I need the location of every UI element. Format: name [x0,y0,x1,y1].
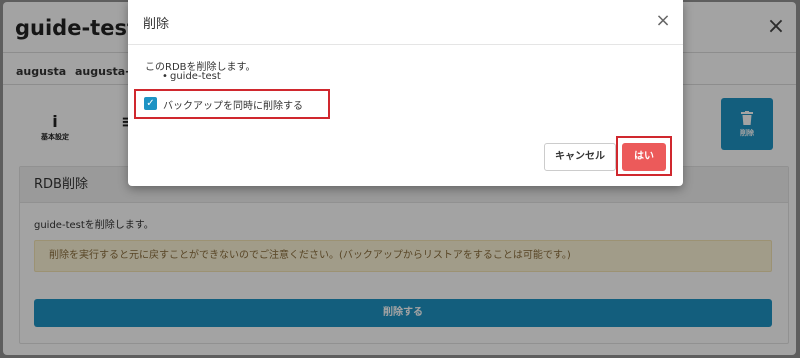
breadcrumb-region[interactable]: augusta-r [75,65,135,78]
dialog-list-item: • guide-test [162,71,221,82]
dialog-item-text: guide-test [170,71,221,82]
delete-card: RDB削除 guide-testを削除します。 削除を実行すると元に戻すことがで… [19,166,789,344]
warning-alert: 削除を実行すると元に戻すことができないのでご注意ください。(バックアップからリス… [34,240,772,272]
delete-tile-label: 削除 [740,129,754,137]
cancel-button[interactable]: キャンセル [544,143,616,171]
delete-tile[interactable]: 削除 [721,98,773,150]
trash-icon [721,110,773,125]
confirm-button[interactable]: はい [622,143,666,171]
delete-button[interactable]: 削除する [34,299,772,327]
dialog-title: 削除 [143,17,170,32]
dialog-close-icon[interactable]: × [655,12,671,30]
delete-dialog: 削除 × このRDBを削除します。 • guide-test ✓ バックアップを同… [128,0,683,186]
bullet-icon: • [162,71,168,82]
backup-checkbox[interactable]: ✓ [144,97,157,110]
card-text: guide-testを削除します。 [34,220,154,231]
tool-basic-settings[interactable]: i 基本設定 [30,112,80,142]
divider [128,44,683,45]
info-icon: i [52,112,58,131]
confirm-button-highlight: はい [616,136,672,176]
tool-label: 基本設定 [41,133,69,141]
backup-checkbox-label[interactable]: バックアップを同時に削除する [163,97,303,112]
page: guide-test × augusta augusta-r i 基本設定 ≡ … [0,0,800,358]
backup-checkbox-highlight: ✓ バックアップを同時に削除する [134,89,330,119]
panel-close-icon[interactable]: × [765,16,787,38]
panel-title: guide-test [15,16,137,40]
breadcrumb-project[interactable]: augusta [16,65,66,78]
